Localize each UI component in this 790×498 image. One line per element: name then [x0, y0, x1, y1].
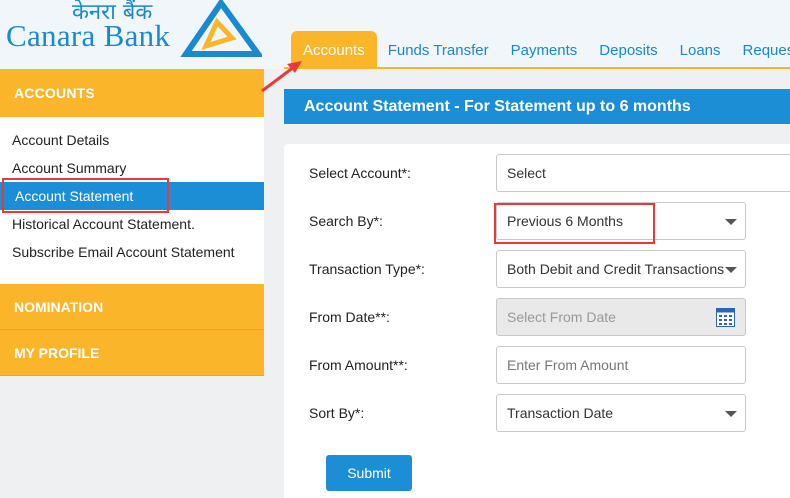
transaction-type-label: Transaction Type*:: [309, 261, 425, 277]
sidebar-section-nomination[interactable]: NOMINATION: [0, 284, 264, 330]
logo-english-text: Canara Bank: [6, 18, 171, 53]
search-by-label: Search By*:: [309, 213, 383, 229]
row-from-date: From Date**: Select From Date: [284, 298, 790, 336]
row-transaction-type: Transaction Type*: Both Debit and Credit…: [284, 250, 790, 288]
tab-requests[interactable]: Reques: [732, 31, 790, 69]
transaction-type-dropdown[interactable]: Both Debit and Credit Transactions: [496, 250, 746, 288]
highlight-box-search-by: [494, 203, 655, 244]
sidebar-item-account-details[interactable]: Account Details: [0, 126, 264, 154]
calendar-icon[interactable]: [716, 308, 735, 327]
chevron-down-icon: [725, 267, 737, 273]
row-from-amount: From Amount**:: [284, 346, 790, 384]
statement-form: Select Account*: Select Search By*: Prev…: [284, 144, 790, 498]
from-amount-field[interactable]: [496, 346, 746, 384]
tab-payments[interactable]: Payments: [500, 31, 589, 69]
chevron-down-icon: [725, 219, 737, 225]
sidebar-section-my-profile[interactable]: MY PROFILE: [0, 330, 264, 376]
from-date-field[interactable]: Select From Date: [496, 298, 746, 336]
highlight-box-account-statement: [2, 178, 169, 213]
sidebar-header-accounts[interactable]: ACCOUNTS: [0, 69, 264, 117]
chevron-down-icon: [725, 411, 737, 417]
sort-by-label: Sort By*:: [309, 405, 365, 421]
sidebar: ACCOUNTS Account Details Account Summary…: [0, 69, 264, 376]
row-sort-by: Sort By*: Transaction Date: [284, 394, 790, 432]
tab-funds-transfer[interactable]: Funds Transfer: [377, 31, 500, 69]
sidebar-item-subscribe-email-statement[interactable]: Subscribe Email Account Statement: [0, 238, 264, 266]
select-account-value: Select: [507, 165, 546, 181]
canara-logo-icon: [180, 0, 262, 57]
annotation-arrow-icon: [261, 61, 302, 93]
page-title: Account Statement - For Statement up to …: [284, 89, 790, 124]
sidebar-item-historical-statement[interactable]: Historical Account Statement.: [0, 210, 264, 238]
tab-deposits[interactable]: Deposits: [588, 31, 668, 69]
from-amount-label: From Amount**:: [309, 357, 408, 373]
sort-by-value: Transaction Date: [507, 405, 614, 421]
select-account-label: Select Account*:: [309, 165, 411, 181]
nav-underline: [284, 67, 790, 69]
submit-button[interactable]: Submit: [326, 455, 412, 491]
transaction-type-value: Both Debit and Credit Transactions: [507, 261, 725, 277]
select-account-dropdown[interactable]: Select: [496, 154, 790, 192]
from-amount-input[interactable]: [507, 357, 745, 373]
row-select-account: Select Account*: Select: [284, 154, 790, 192]
from-date-label: From Date**:: [309, 309, 390, 325]
tab-loans[interactable]: Loans: [669, 31, 732, 69]
sort-by-dropdown[interactable]: Transaction Date: [496, 394, 746, 432]
from-date-placeholder: Select From Date: [507, 309, 616, 325]
top-navigation: Accounts Funds Transfer Payments Deposit…: [291, 31, 790, 69]
